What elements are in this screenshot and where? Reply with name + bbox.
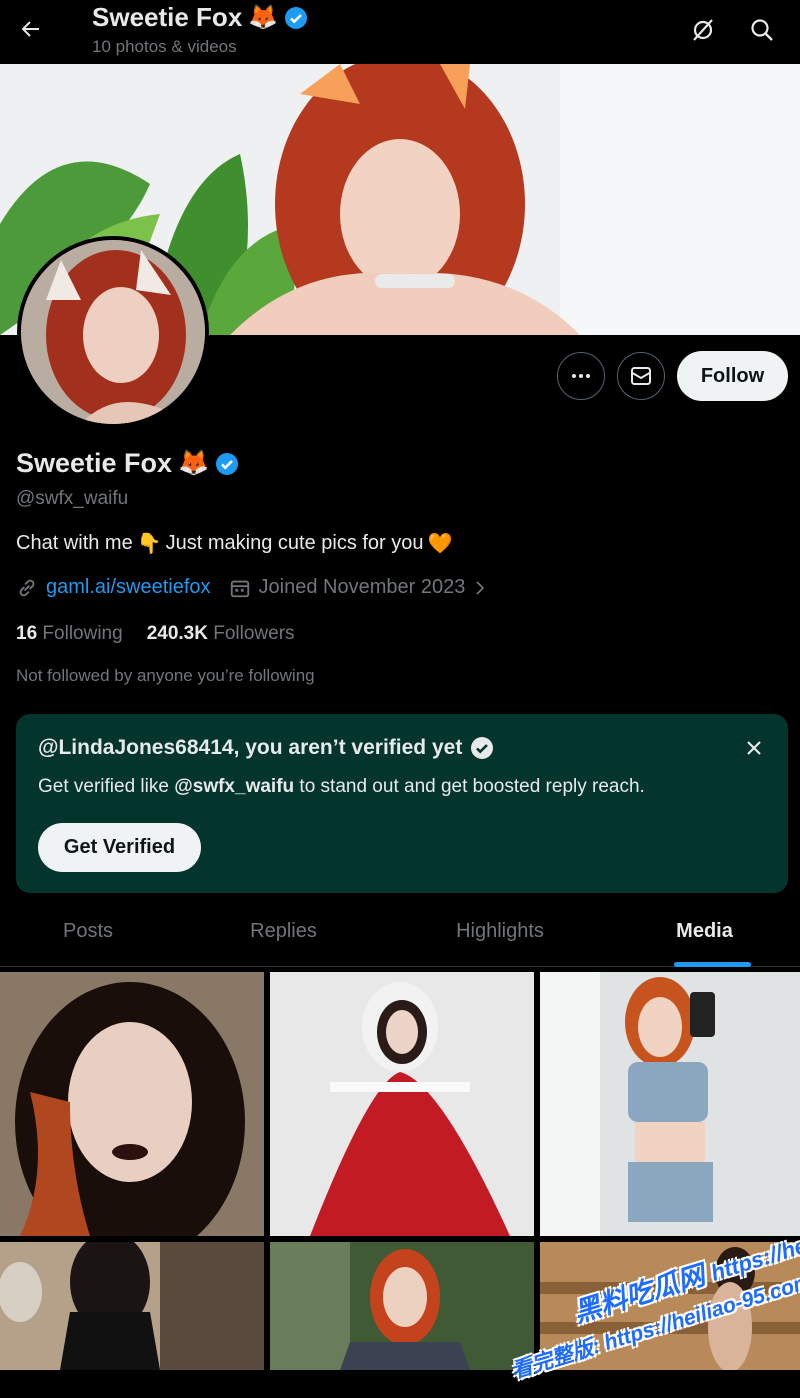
profile-tabs: Posts Replies Highlights Media [0,896,800,967]
close-icon [747,741,761,755]
media-image [540,972,800,1236]
follow-stats: 16 Following 240.3K Followers [16,623,295,645]
following-stat[interactable]: 16 Following [16,623,123,645]
follow-button[interactable]: Follow [677,351,788,401]
media-thumbnail[interactable] [540,972,800,1236]
media-thumbnail[interactable] [0,972,264,1236]
arrow-left-icon [21,21,39,37]
verified-badge-icon [216,452,239,475]
profile-name: Sweetie Fox [16,448,173,478]
media-image [270,972,534,1236]
avatar-image [21,240,205,424]
joined-date: Joined November 2023 [258,576,466,598]
orange-heart-emoji: 🧡 [427,533,453,555]
media-image [270,1242,534,1370]
profile-bio: Chat with me 👇 Just making cute pics for… [16,531,452,556]
header-title: Sweetie Fox [92,2,243,32]
profile-handle: @swfx_waifu [16,488,129,509]
tab-replies[interactable]: Replies [176,896,391,966]
top-bar: Sweetie Fox 🦊 10 photos & videos [0,0,800,64]
fox-emoji: 🦊 [178,449,210,477]
tab-highlights[interactable]: Highlights [391,896,609,966]
verification-prompt-card: @LindaJones68414, you aren’t verified ye… [16,714,788,893]
tab-media[interactable]: Media [609,896,800,966]
close-button[interactable] [740,734,768,762]
chevron-right-icon[interactable] [471,579,489,597]
search-icon [751,19,773,41]
verified-badge-icon [285,6,308,29]
media-image [0,972,264,1236]
bio-text-2: Just making cute pics for you [165,532,424,554]
link-icon [19,579,35,596]
calendar-icon [230,580,249,597]
not-followed-text: Not followed by anyone you’re following [16,666,315,685]
tab-posts[interactable]: Posts [0,896,176,966]
eye-slash-icon [693,19,713,41]
bio-text-1: Chat with me [16,532,133,554]
media-thumbnail[interactable] [0,1242,264,1370]
media-image [0,1242,264,1370]
hide-media-button[interactable] [687,14,719,46]
header-subtitle: 10 photos & videos [92,37,237,56]
verified-badge-icon [471,737,494,759]
verify-card-title: @LindaJones68414, you aren’t verified ye… [38,736,463,759]
more-dots-icon [572,374,590,378]
profile-avatar[interactable] [17,236,209,428]
pointing-down-emoji: 👇 [136,533,162,555]
active-tab-indicator [674,962,751,967]
media-thumbnail[interactable] [270,972,534,1236]
more-options-button[interactable] [557,352,605,400]
verify-card-body: Get verified like @swfx_waifu to stand o… [38,776,645,797]
mail-icon [631,367,651,385]
media-thumbnail[interactable] [270,1242,534,1370]
back-button[interactable] [14,12,48,46]
message-button[interactable] [617,352,665,400]
verify-card-title-row: @LindaJones68414, you aren’t verified ye… [38,736,494,760]
header-title-row: Sweetie Fox 🦊 [92,2,308,33]
get-verified-button[interactable]: Get Verified [38,823,201,872]
profile-link[interactable]: gaml.ai/sweetiefox [46,576,211,599]
profile-meta: gaml.ai/sweetiefox Joined November 2023 [16,576,489,599]
profile-name-row: Sweetie Fox 🦊 [16,448,239,479]
search-button[interactable] [746,14,778,46]
followers-stat[interactable]: 240.3K Followers [147,623,295,645]
fox-emoji: 🦊 [248,4,279,31]
